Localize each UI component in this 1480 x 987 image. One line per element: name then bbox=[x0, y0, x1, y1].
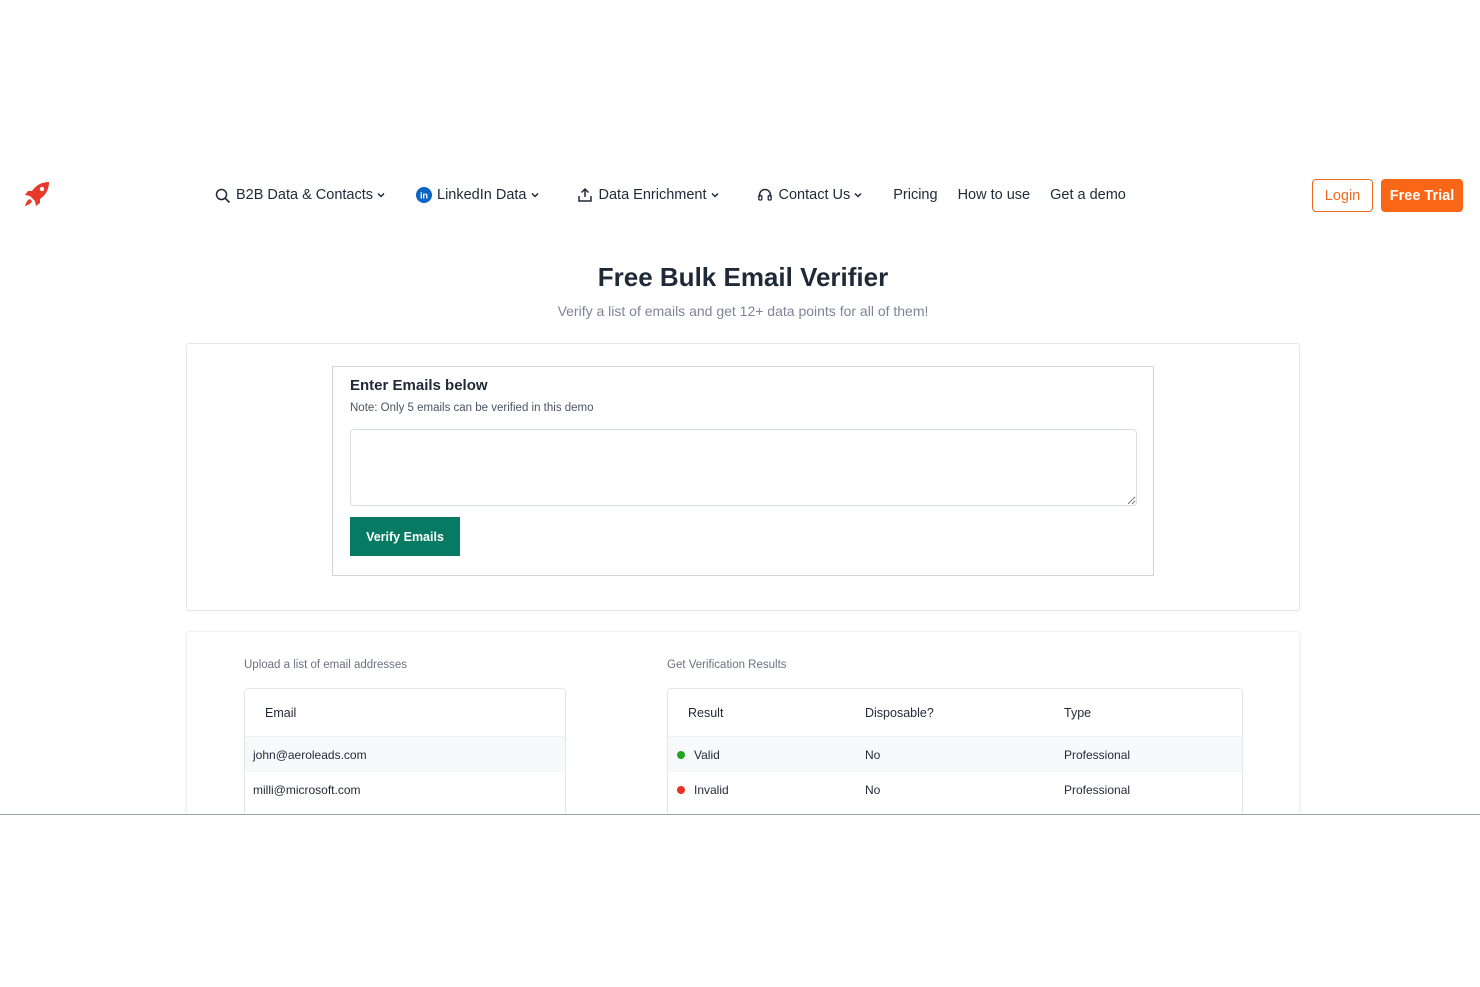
main-nav: B2B Data & Contacts in LinkedIn Data Dat… bbox=[214, 184, 1126, 206]
rocket-logo-icon[interactable] bbox=[22, 179, 52, 209]
linkedin-icon: in bbox=[415, 187, 432, 204]
page-title: Free Bulk Email Verifier bbox=[597, 262, 889, 292]
nav-how-to-use-label: How to use bbox=[957, 187, 1031, 203]
result-cell: Valid bbox=[677, 748, 720, 762]
nav-pricing[interactable]: Pricing bbox=[893, 187, 937, 203]
page-subtitle: Verify a list of emails and get 12+ data… bbox=[557, 303, 929, 319]
table-row: Valid No Professional bbox=[668, 737, 1242, 772]
viewport-edge-divider bbox=[0, 814, 1480, 815]
results-table-header: Result Disposable? Type bbox=[668, 689, 1242, 737]
email-cell: milli@microsoft.com bbox=[253, 782, 361, 797]
type-cell: Professional bbox=[1064, 747, 1131, 762]
nav-get-demo-label: Get a demo bbox=[1050, 187, 1126, 203]
verify-emails-button[interactable]: Verify Emails bbox=[350, 517, 460, 556]
chevron-down-icon bbox=[530, 190, 540, 200]
free-trial-button[interactable]: Free Trial bbox=[1381, 179, 1463, 212]
nav-data-enrichment[interactable]: Data Enrichment bbox=[577, 187, 720, 204]
email-cell: john@aeroleads.com bbox=[253, 747, 367, 762]
chevron-down-icon bbox=[376, 190, 386, 200]
nav-b2b-label: B2B Data & Contacts bbox=[236, 187, 374, 203]
nav-how-to-use[interactable]: How to use bbox=[958, 187, 1031, 203]
verifier-form: Enter Emails below Note: Only 5 emails c… bbox=[332, 366, 1154, 576]
form-title: Enter Emails below bbox=[350, 377, 488, 394]
nav-contact-us[interactable]: Contact Us bbox=[757, 187, 864, 204]
nav-pricing-label: Pricing bbox=[893, 187, 938, 203]
email-column-header: Email bbox=[265, 705, 297, 720]
table-row: Invalid No Professional bbox=[668, 772, 1242, 807]
email-table: Email john@aeroleads.com milli@microsoft… bbox=[244, 688, 566, 814]
disposable-cell: No bbox=[865, 782, 881, 797]
type-cell: Professional bbox=[1064, 782, 1131, 797]
nav-enrichment-label: Data Enrichment bbox=[598, 187, 707, 203]
chevron-down-icon bbox=[853, 190, 863, 200]
disposable-column-header: Disposable? bbox=[865, 705, 934, 720]
emails-textarea[interactable] bbox=[350, 429, 1137, 506]
form-note: Note: Only 5 emails can be verified in t… bbox=[350, 402, 594, 414]
table-row: milli@microsoft.com bbox=[245, 772, 565, 807]
results-card: Upload a list of email addresses Get Ver… bbox=[186, 631, 1300, 814]
search-icon bbox=[214, 187, 231, 204]
results-table: Result Disposable? Type Valid No Profess… bbox=[667, 688, 1243, 814]
result-column-header: Result bbox=[688, 705, 724, 720]
status-dot-icon bbox=[677, 750, 685, 759]
page-viewport: B2B Data & Contacts in LinkedIn Data Dat… bbox=[0, 0, 1480, 814]
nav-get-demo[interactable]: Get a demo bbox=[1050, 187, 1126, 203]
chevron-down-icon bbox=[710, 190, 720, 200]
result-cell: Invalid bbox=[677, 783, 729, 797]
type-column-header: Type bbox=[1064, 705, 1092, 720]
headset-icon bbox=[757, 187, 774, 204]
email-table-header: Email bbox=[245, 689, 565, 737]
nav-linkedin-data[interactable]: in LinkedIn Data bbox=[415, 187, 539, 204]
nav-linkedin-label: LinkedIn Data bbox=[437, 187, 527, 203]
upload-icon bbox=[577, 187, 594, 204]
login-button[interactable]: Login bbox=[1312, 179, 1373, 212]
result-text: Valid bbox=[694, 747, 720, 762]
disposable-cell: No bbox=[865, 747, 881, 762]
nav-contact-label: Contact Us bbox=[778, 187, 851, 203]
status-dot-icon bbox=[677, 785, 685, 794]
nav-b2b-data[interactable]: B2B Data & Contacts bbox=[214, 187, 386, 204]
svg-text:in: in bbox=[420, 191, 428, 201]
table-row: john@aeroleads.com bbox=[245, 737, 565, 772]
result-text: Invalid bbox=[694, 782, 729, 797]
results-section-label: Get Verification Results bbox=[667, 659, 787, 671]
upload-section-label: Upload a list of email addresses bbox=[244, 659, 407, 671]
